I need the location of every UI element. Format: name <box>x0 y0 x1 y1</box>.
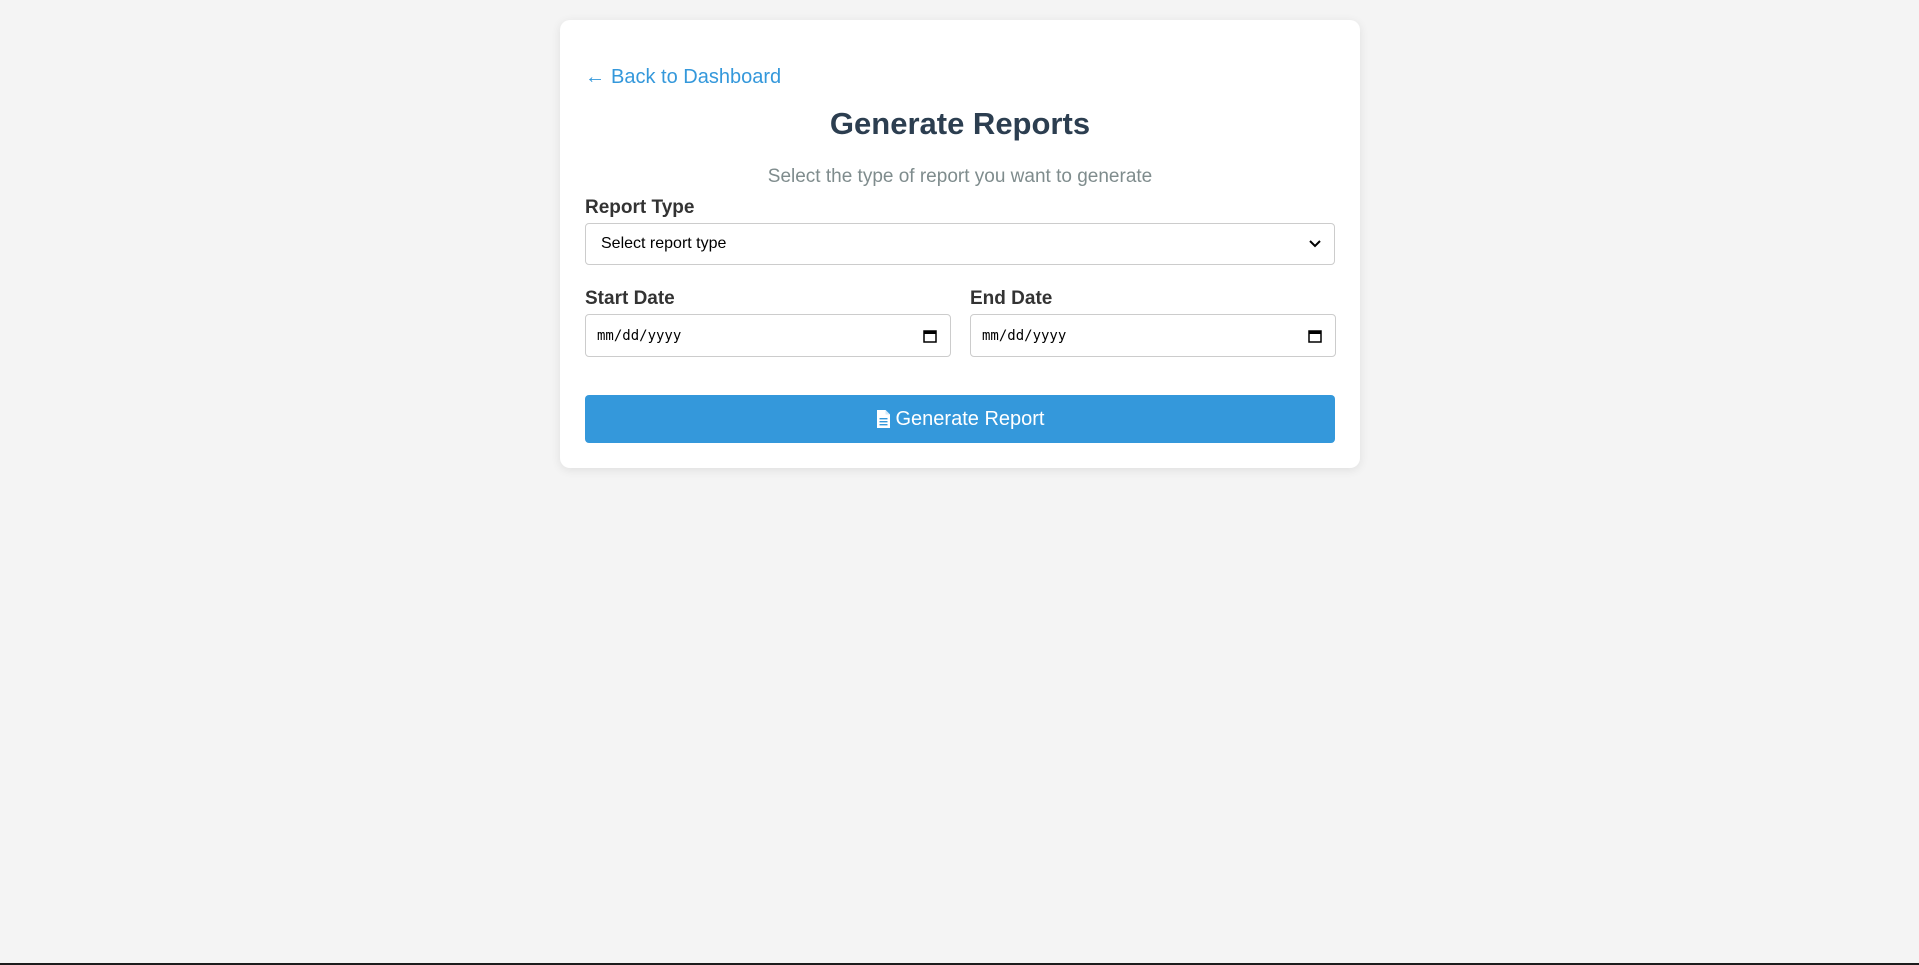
end-date-input[interactable]: mm/dd/yyyy <box>970 314 1336 357</box>
report-type-label: Report Type <box>585 197 695 218</box>
calendar-icon[interactable] <box>1307 328 1323 344</box>
back-link-label: Back to Dashboard <box>611 66 782 88</box>
report-type-select[interactable]: Select report type <box>585 223 1335 265</box>
generate-report-label: Generate Report <box>895 407 1045 430</box>
page-title: Generate Reports <box>829 106 1091 141</box>
calendar-icon[interactable] <box>922 328 938 344</box>
chevron-down-icon <box>1308 237 1322 251</box>
end-date-label: End Date <box>970 288 1053 309</box>
page-subtitle: Select the type of report you want to ge… <box>767 166 1153 187</box>
start-date-input[interactable]: mm/dd/yyyy <box>585 314 951 357</box>
report-type-selected-value: Select report type <box>601 235 727 252</box>
arrow-left-icon: ← <box>585 66 605 88</box>
file-document-icon <box>876 409 891 429</box>
start-date-placeholder: mm/dd/yyyy <box>597 327 682 344</box>
generate-report-button[interactable]: Generate Report <box>585 395 1335 443</box>
page: ← Back to Dashboard Generate Reports Sel… <box>0 0 1919 963</box>
start-date-label: Start Date <box>585 288 675 309</box>
back-to-dashboard-link[interactable]: ← Back to Dashboard <box>585 66 781 88</box>
end-date-placeholder: mm/dd/yyyy <box>982 327 1067 344</box>
report-card: ← Back to Dashboard Generate Reports Sel… <box>560 20 1360 468</box>
